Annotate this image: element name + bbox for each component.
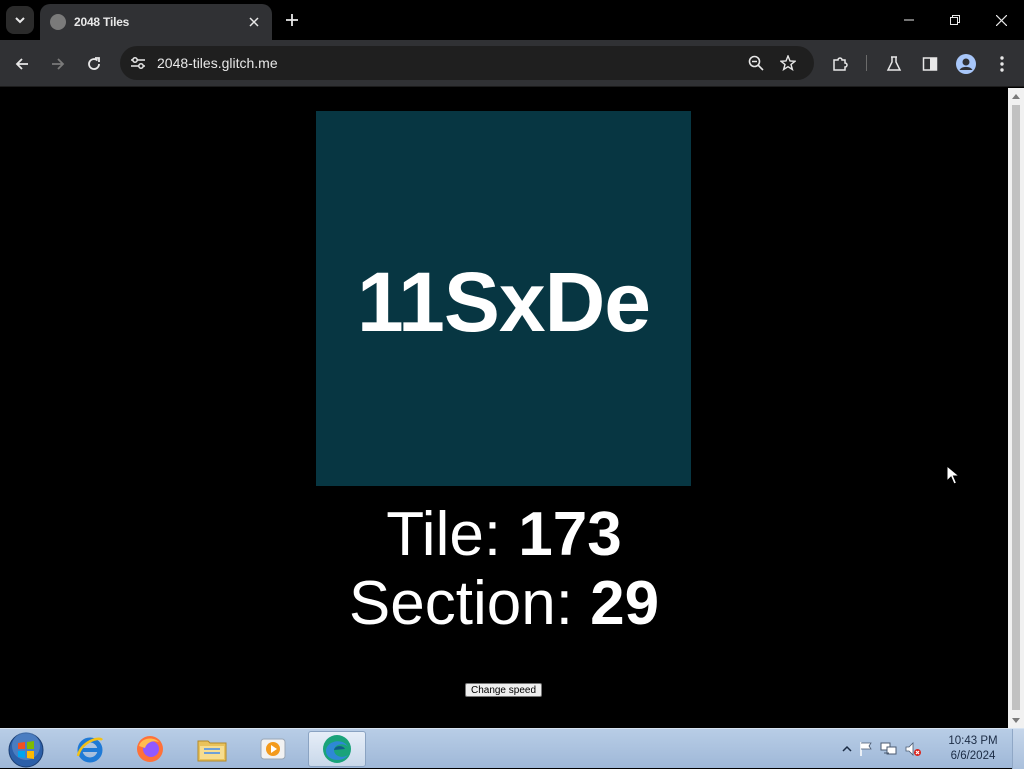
system-tray (842, 737, 922, 761)
url-text: 2048-tiles.glitch.me (157, 55, 278, 71)
page-viewport: 11SxDe Tile: 173 Section: 29 Change spee… (0, 88, 1008, 728)
taskbar: 10:43 PM 6/6/2024 (0, 728, 1024, 769)
site-info-button[interactable] (128, 53, 148, 73)
avatar-icon (956, 54, 976, 74)
start-button[interactable] (6, 731, 46, 769)
reload-icon (88, 57, 100, 70)
taskbar-media-player[interactable] (245, 731, 301, 767)
tile-code: 11SxDe (357, 255, 651, 349)
section-label: Section: (348, 569, 591, 638)
flask-icon (886, 56, 902, 71)
change-speed-button[interactable]: Change speed (465, 683, 542, 697)
bookmark-button[interactable] (778, 53, 798, 73)
scroll-thumb[interactable] (1012, 105, 1020, 710)
tile-label: Tile: (386, 500, 519, 569)
tab-strip: 2048 Tiles (0, 0, 1024, 40)
reload-button[interactable] (80, 50, 108, 78)
address-bar[interactable]: 2048-tiles.glitch.me (120, 46, 814, 80)
star-icon (780, 55, 796, 71)
forward-button[interactable] (44, 50, 72, 78)
clock-date: 6/6/2024 (950, 750, 996, 762)
edge-icon (323, 735, 351, 763)
plus-icon (286, 14, 298, 26)
arrow-left-icon (15, 58, 28, 70)
tab-title: 2048 Tiles (74, 15, 130, 29)
show-desktop-button[interactable] (1012, 729, 1024, 769)
vertical-scrollbar[interactable] (1008, 88, 1024, 728)
media-player-icon (260, 738, 286, 760)
globe-icon (50, 14, 66, 30)
taskbar-edge[interactable] (308, 731, 366, 767)
side-panel-icon (922, 57, 938, 71)
browser-toolbar: 2048-tiles.glitch.me (0, 40, 1024, 87)
extensions-button[interactable] (826, 50, 854, 78)
side-panel-button[interactable] (916, 50, 944, 78)
network-icon[interactable] (880, 741, 898, 757)
taskbar-firefox[interactable] (122, 731, 178, 767)
scroll-up-button[interactable] (1008, 88, 1024, 104)
scroll-down-button[interactable] (1008, 712, 1024, 728)
firefox-icon (137, 736, 163, 762)
close-window-button[interactable] (981, 6, 1021, 34)
close-icon (249, 17, 259, 27)
new-tab-button[interactable] (282, 10, 302, 30)
minimize-button[interactable] (889, 6, 929, 34)
tile-number: 173 (518, 500, 622, 569)
toolbar-divider (866, 55, 867, 71)
mouse-pointer-icon (946, 465, 960, 485)
close-icon (995, 14, 1007, 26)
clock-time: 10:43 PM (948, 735, 998, 747)
tab-active[interactable]: 2048 Tiles (40, 4, 272, 40)
show-hidden-icons-icon[interactable] (842, 744, 852, 754)
arrow-right-icon (52, 58, 65, 70)
tab-search-button[interactable] (6, 6, 34, 34)
profile-button[interactable] (952, 50, 980, 78)
restore-button[interactable] (935, 6, 975, 34)
tab-close-button[interactable] (246, 14, 262, 30)
section-number: 29 (590, 569, 660, 638)
kebab-menu-icon (1000, 56, 1004, 72)
internet-explorer-icon (76, 737, 103, 763)
section-counter: Section: 29 (0, 569, 1008, 639)
labs-button[interactable] (880, 50, 908, 78)
menu-button[interactable] (988, 50, 1016, 78)
volume-muted-icon[interactable] (904, 741, 922, 757)
restore-icon (950, 15, 960, 25)
minimize-icon (904, 19, 914, 21)
back-button[interactable] (8, 50, 36, 78)
puzzle-icon (833, 57, 848, 71)
caret-down-icon (1012, 717, 1020, 723)
zoom-out-icon (748, 55, 764, 71)
taskbar-file-explorer[interactable] (184, 731, 240, 767)
chevron-down-icon (15, 17, 25, 24)
file-explorer-icon (197, 740, 227, 762)
zoom-button[interactable] (746, 53, 766, 73)
tile-square: 11SxDe (316, 111, 691, 486)
taskbar-clock[interactable]: 10:43 PM 6/6/2024 (940, 734, 1006, 764)
taskbar-internet-explorer[interactable] (62, 731, 118, 767)
caret-up-icon (1012, 93, 1020, 99)
tune-icon (131, 57, 145, 69)
action-center-flag-icon[interactable] (858, 741, 874, 757)
tile-counter: Tile: 173 (0, 500, 1008, 570)
windows-orb-icon (8, 732, 44, 768)
